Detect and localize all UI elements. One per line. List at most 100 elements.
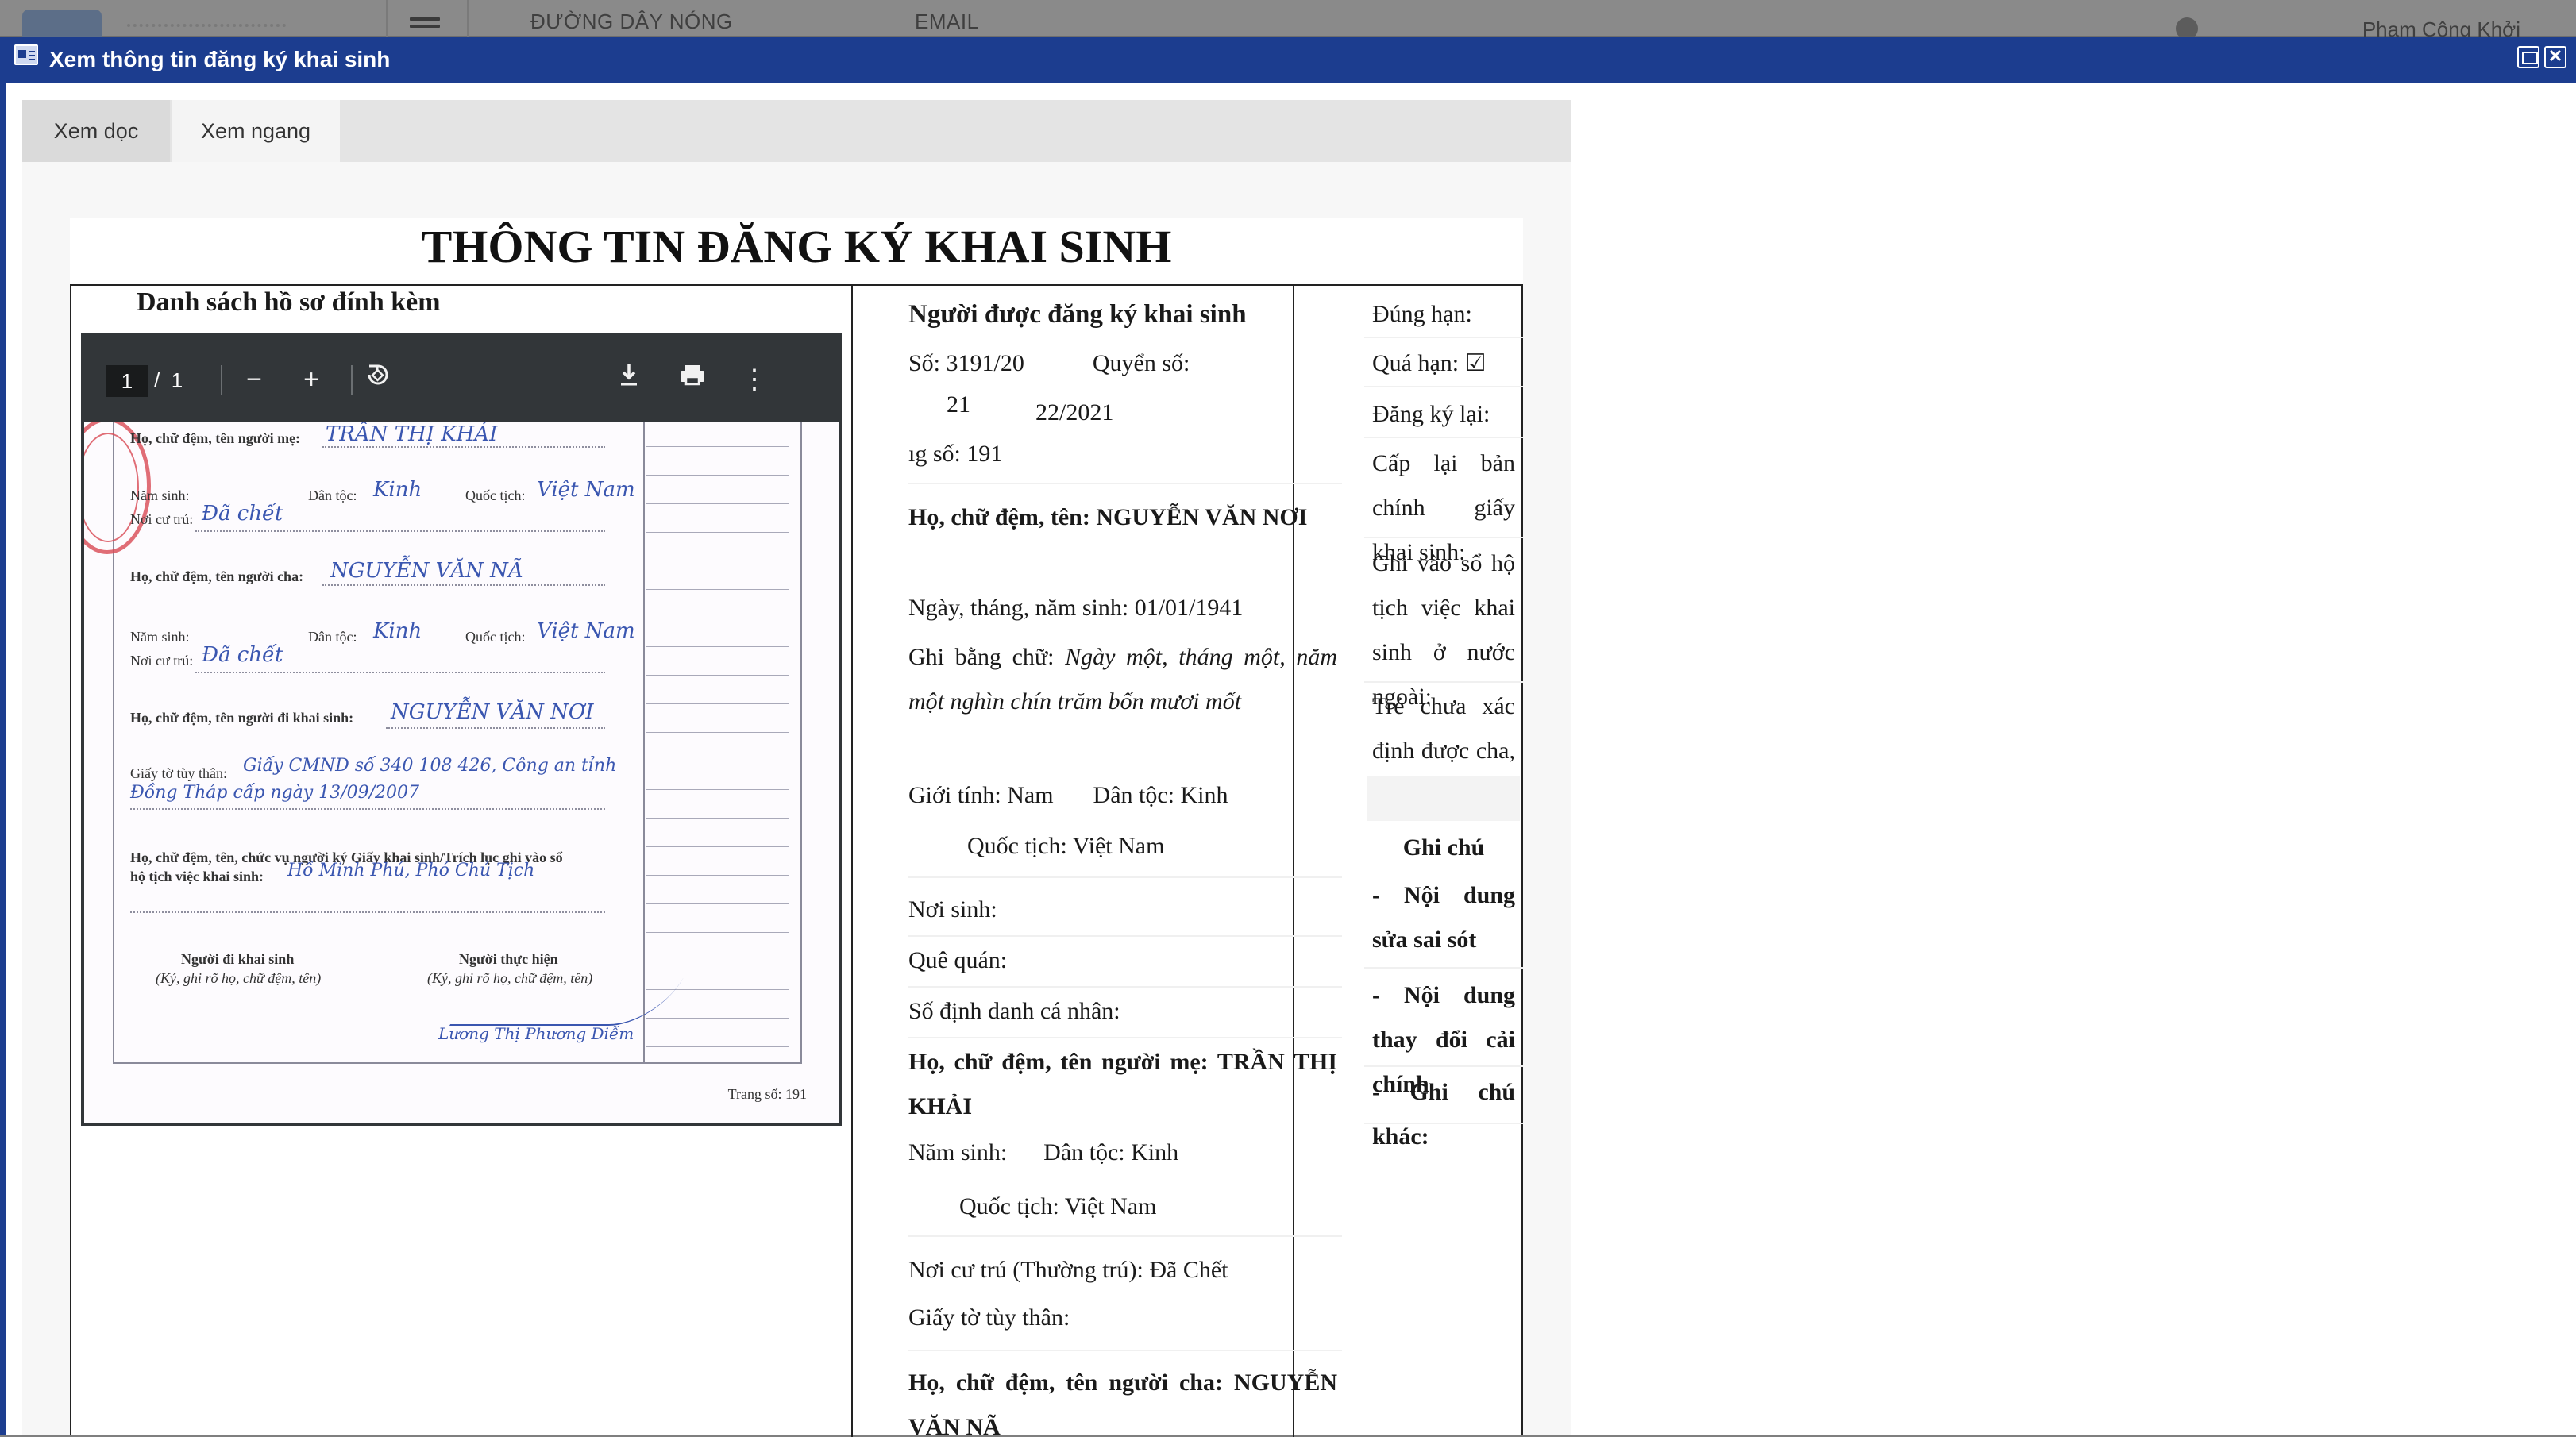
scan-page-number: Trang số: 191 <box>727 1086 807 1102</box>
hometown-field: Quê quán: <box>908 947 1008 973</box>
scan-id-value-1: Giấy CMND số 340 108 426, Công an tỉnh <box>243 756 617 776</box>
scan-residence-label: Nơi cư trú: <box>130 511 194 527</box>
tab-xem-ngang[interactable]: Xem ngang <box>172 100 340 162</box>
scan-rule <box>646 789 789 790</box>
close-button[interactable]: ✕ <box>2544 46 2566 68</box>
overdue-field: Quá hạn: ☑ <box>1372 350 1487 376</box>
view-tabs: Xem dọc Xem ngang <box>22 100 1571 162</box>
row-divider <box>1364 681 1523 683</box>
header-divider <box>386 0 388 37</box>
scan-dotted-line <box>130 911 605 913</box>
print-icon[interactable] <box>673 360 711 399</box>
pdf-viewer: 1 / 1 − + ⋮ Họ, chữ đệm, tên người mẹ: T… <box>81 333 842 1126</box>
note-fix-field: - Nội dung sửa sai sót <box>1372 882 1515 953</box>
father-name-field: Họ, chữ đệm, tên người cha: NGUYỄN VĂN N… <box>908 1370 1337 1437</box>
trang-so-field: ıg số: 191 <box>908 441 1003 467</box>
rotate-icon[interactable] <box>359 360 397 399</box>
scan-rule <box>646 532 789 533</box>
more-options-icon[interactable]: ⋮ <box>735 360 773 399</box>
row-divider <box>1364 537 1523 538</box>
nationality-field: Quốc tịch: Việt Nam <box>967 833 1165 859</box>
row-divider <box>1364 386 1523 387</box>
empty-row <box>1367 776 1520 821</box>
row-divider <box>908 935 1342 937</box>
mother-nationality-field: Quốc tịch: Việt Nam <box>959 1193 1157 1219</box>
tab-content: THÔNG TIN ĐĂNG KÝ KHAI SINH Danh sách hồ… <box>22 162 1571 1437</box>
registration-table: Danh sách hồ sơ đính kèm 1 / 1 − + ⋮ Họ,… <box>70 284 1523 1437</box>
on-time-field: Đúng hạn: <box>1372 301 1472 327</box>
scan-col1-title: Người đi khai sinh <box>181 951 295 967</box>
row-divider <box>908 483 1342 484</box>
row-divider <box>1364 1123 1523 1124</box>
page-number-input[interactable]: 1 <box>106 365 148 397</box>
scan-rule <box>646 646 789 647</box>
mother-id-field: Giấy tờ tùy thân: <box>908 1304 1070 1331</box>
dob-field: Ngày, tháng, năm sinh: 01/01/1941 <box>908 595 1244 621</box>
scan-father-value: NGUYỄN VĂN NÃ <box>330 559 523 583</box>
scan-father-nationality-value: Việt Nam <box>537 619 635 643</box>
toolbar-separator <box>351 365 353 395</box>
scan-rule <box>646 1046 789 1047</box>
form-icon <box>14 44 38 65</box>
scan-ethnicity-label: Dân tộc: <box>308 487 357 503</box>
scan-ethnicity-value: Kinh <box>373 478 422 502</box>
row-divider <box>1364 437 1523 438</box>
dob-words-field: Ghi bằng chữ: Ngày một, tháng một, năm m… <box>908 644 1338 715</box>
row-divider <box>908 1037 1342 1038</box>
scan-rule <box>646 703 789 704</box>
gender-ethnicity-field: Giới tính: Nam Dân tộc: Kinh <box>908 782 1228 808</box>
zoom-in-icon[interactable]: + <box>292 360 330 399</box>
scan-col2-title: Người thực hiện <box>459 951 558 967</box>
scan-father-ethnicity-value: Kinh <box>373 619 422 643</box>
scan-dotted-line <box>195 672 605 673</box>
row-divider <box>908 876 1342 878</box>
row-divider <box>1364 337 1523 338</box>
pdf-toolbar: 1 / 1 − + ⋮ <box>84 337 839 422</box>
section-title: Người được đăng ký khai sinh <box>908 300 1247 329</box>
header-divider <box>467 0 469 37</box>
scan-rule <box>646 475 789 476</box>
re-register-field: Đăng ký lại: <box>1372 401 1490 427</box>
column-divider <box>851 286 853 1437</box>
scan-father-residence-value: Đã chết <box>202 643 283 667</box>
hamburger-menu-icon <box>410 17 440 37</box>
scan-dotted-line <box>195 530 605 532</box>
scan-birth-year-label: Năm sinh: <box>130 487 190 503</box>
row-divider <box>908 986 1342 988</box>
mother-birth-ethnicity-field: Năm sinh: Dân tộc: Kinh <box>908 1139 1179 1165</box>
tab-xem-doc[interactable]: Xem dọc <box>22 100 170 162</box>
download-icon[interactable] <box>610 360 648 399</box>
scan-rule <box>646 446 789 447</box>
row-divider <box>908 1235 1342 1237</box>
modal-title: Xem thông tin đăng ký khai sinh <box>49 47 391 71</box>
scan-rule <box>646 846 789 847</box>
scan-dotted-line <box>130 808 605 810</box>
scan-father-nationality-label: Quốc tịch: <box>465 629 526 645</box>
scan-executor-name: Lương Thị Phương Diễm <box>438 1024 634 1043</box>
page-count: / 1 <box>154 368 183 392</box>
maximize-button[interactable] <box>2517 46 2539 68</box>
birthplace-field: Nơi sinh: <box>908 896 997 923</box>
app-logo <box>22 10 102 37</box>
modal-left-edge <box>0 83 6 1435</box>
scan-rule <box>646 875 789 876</box>
scan-father-label: Họ, chữ đệm, tên người cha: <box>130 568 304 584</box>
scan-signer-label-2: hộ tịch việc khai sinh: <box>130 869 264 884</box>
page-title: THÔNG TIN ĐĂNG KÝ KHAI SINH <box>421 221 1172 272</box>
zoom-out-icon[interactable]: − <box>235 360 273 399</box>
row-divider <box>1364 967 1523 969</box>
pdf-page-scan: Họ, chữ đệm, tên người mẹ: TRẦN THỊ KHẢI… <box>84 422 839 1123</box>
scan-rule <box>646 732 789 733</box>
scan-dotted-line <box>322 446 605 448</box>
modal-title-bar: Xem thông tin đăng ký khai sinh ✕ <box>0 37 2576 83</box>
scan-dotted-line <box>322 584 605 586</box>
email-link: EMAIL <box>915 10 979 33</box>
registration-page: THÔNG TIN ĐĂNG KÝ KHAI SINH Danh sách hồ… <box>70 218 1523 1437</box>
scan-rule <box>646 1018 789 1019</box>
scan-father-residence-label: Nơi cư trú: <box>130 653 194 668</box>
scan-father-ethnicity-label: Dân tộc: <box>308 629 357 645</box>
app-logo-text <box>127 24 286 29</box>
scan-column-divider <box>643 422 645 1064</box>
notes-title: Ghi chú <box>1402 834 1485 861</box>
scan-id-label: Giấy tờ tùy thân: <box>130 765 228 781</box>
